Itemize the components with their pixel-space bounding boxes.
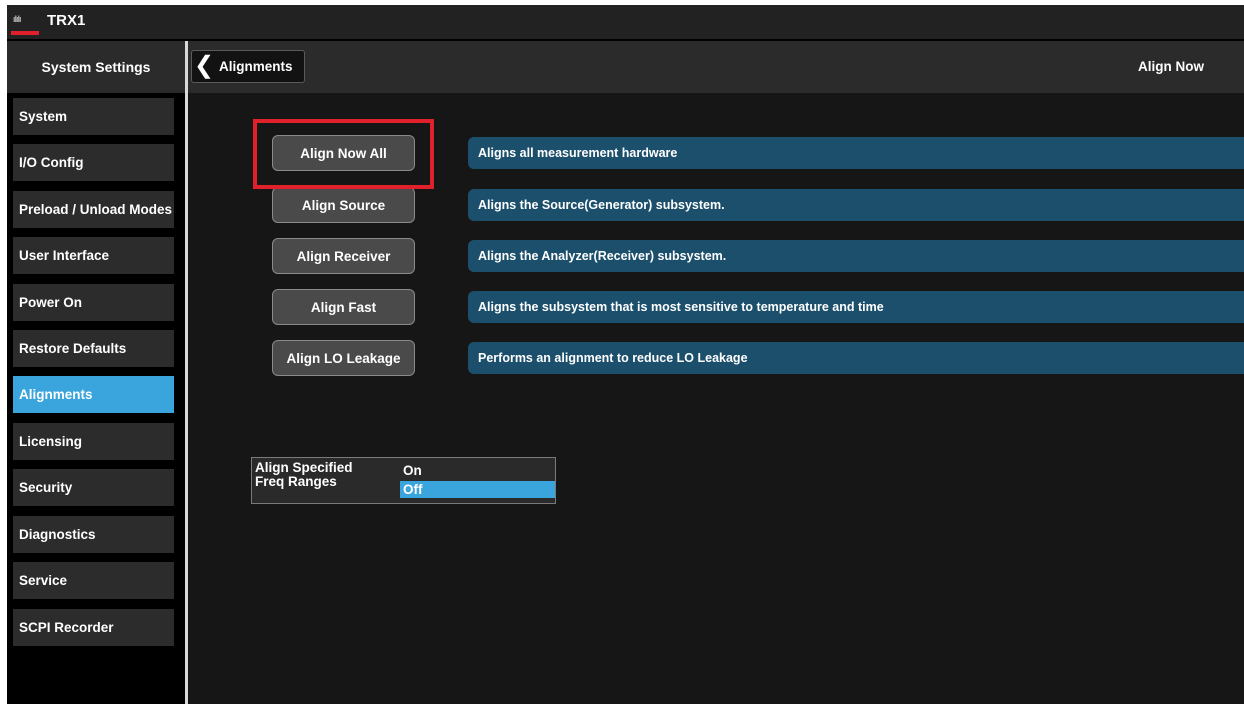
align-lo-leakage-description: Performs an alignment to reduce LO Leaka… xyxy=(468,342,1244,374)
sidebar-header: System Settings xyxy=(7,41,185,93)
align-specified-label: Align Specified Freq Ranges xyxy=(255,460,353,489)
sidebar-item-user-interface[interactable]: User Interface xyxy=(13,237,174,274)
page-title: Align Now xyxy=(1138,59,1204,74)
align-specified-freq-ranges-control[interactable]: Align Specified Freq Ranges On Off xyxy=(251,457,556,504)
align-fast-button[interactable]: Align Fast xyxy=(272,289,415,325)
align-source-description: Aligns the Source(Generator) subsystem. xyxy=(468,189,1244,221)
app-title: TRX1 xyxy=(47,12,86,29)
sidebar-item-scpi-recorder[interactable]: SCPI Recorder xyxy=(13,609,174,646)
title-bar: ılılı TRX1 xyxy=(7,5,1244,39)
option-on[interactable]: On xyxy=(400,462,555,479)
back-button-label: Alignments xyxy=(219,59,293,74)
sidebar-item-preload-unload-modes[interactable]: Preload / Unload Modes xyxy=(13,191,174,228)
content-header: ❮ Alignments Align Now xyxy=(188,41,1244,93)
app-window: ılılı TRX1 System Settings System I/O Co… xyxy=(7,5,1244,704)
align-now-all-description: Aligns all measurement hardware xyxy=(468,137,1244,169)
sidebar-item-power-on[interactable]: Power On xyxy=(13,284,174,321)
sidebar-item-licensing[interactable]: Licensing xyxy=(13,423,174,460)
sidebar-item-io-config[interactable]: I/O Config xyxy=(13,144,174,181)
back-button[interactable]: ❮ Alignments xyxy=(191,50,305,83)
align-receiver-description: Aligns the Analyzer(Receiver) subsystem. xyxy=(468,240,1244,272)
sidebar-item-restore-defaults[interactable]: Restore Defaults xyxy=(13,330,174,367)
sidebar: System Settings System I/O Config Preloa… xyxy=(7,41,185,704)
align-lo-leakage-button[interactable]: Align LO Leakage xyxy=(272,340,415,376)
sidebar-item-security[interactable]: Security xyxy=(13,469,174,506)
align-fast-description: Aligns the subsystem that is most sensit… xyxy=(468,291,1244,323)
sidebar-item-diagnostics[interactable]: Diagnostics xyxy=(13,516,174,553)
main-content: ❮ Alignments Align Now Align Now All Ali… xyxy=(188,41,1244,704)
sidebar-item-system[interactable]: System xyxy=(13,98,174,135)
option-off[interactable]: Off xyxy=(400,481,555,498)
align-source-button[interactable]: Align Source xyxy=(272,187,415,223)
align-receiver-button[interactable]: Align Receiver xyxy=(272,238,415,274)
highlight-box xyxy=(253,119,434,189)
chevron-left-icon: ❮ xyxy=(194,52,215,79)
sidebar-item-service[interactable]: Service xyxy=(13,562,174,599)
keysight-logo-icon: ılılı xyxy=(11,9,39,35)
sidebar-item-alignments[interactable]: Alignments xyxy=(13,376,174,413)
